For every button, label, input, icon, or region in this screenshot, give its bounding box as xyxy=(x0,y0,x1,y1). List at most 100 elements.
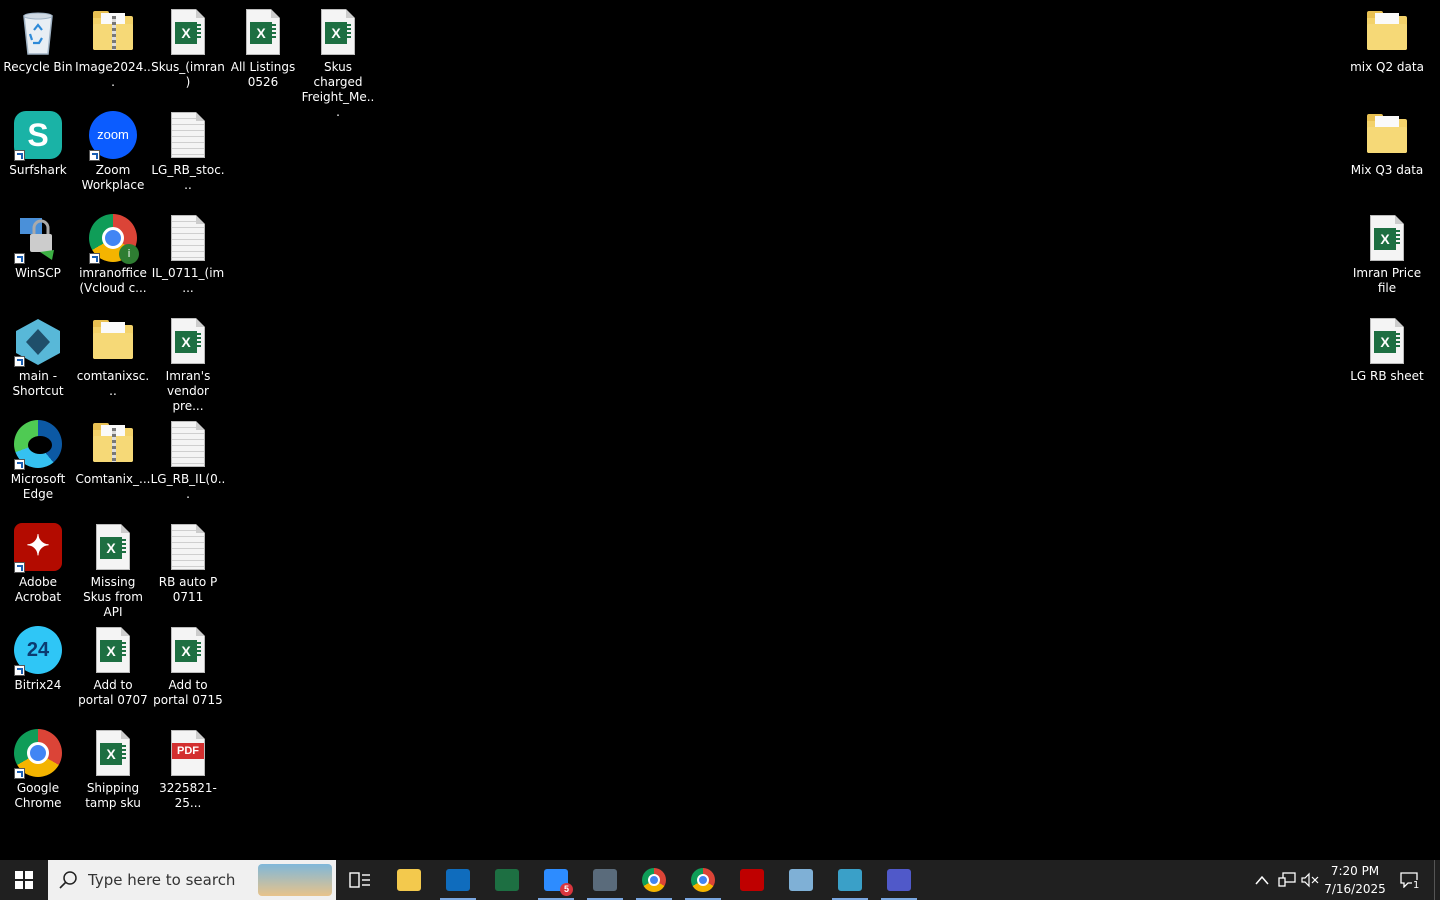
chrome-icon xyxy=(642,868,666,892)
desktop-icon-pdf-3225821[interactable]: PDF 3225821-25... xyxy=(150,723,226,823)
desktop-icon-add-portal-0715[interactable]: X Add to portal 0715 xyxy=(150,620,226,720)
calculator-icon xyxy=(593,869,617,891)
desktop-icon-imran-price[interactable]: X Imran Price file xyxy=(1349,208,1425,308)
filezilla-icon xyxy=(740,869,764,891)
desktop-icon-lg-rb-stoc[interactable]: LG_RB_stoc... xyxy=(150,105,226,205)
icon-graphic: X xyxy=(87,729,139,779)
clock[interactable]: 7:20 PM 7/16/2025 xyxy=(1324,862,1386,898)
desktop-icon-label: Missing Skus from API xyxy=(83,575,143,619)
taskbar-gem-button[interactable] xyxy=(828,860,872,900)
desktop-icon-label: Skus_(imran) xyxy=(151,60,225,89)
excel-file-icon: X xyxy=(321,9,355,55)
desktop-icon-label: Image2024... xyxy=(75,60,151,89)
text-file-icon xyxy=(171,215,205,261)
clock-date: 7/16/2025 xyxy=(1324,882,1386,896)
volume-button[interactable] xyxy=(1299,860,1321,900)
icon-graphic xyxy=(12,8,64,58)
taskbar-teams-button[interactable] xyxy=(877,860,921,900)
show-hidden-icons-button[interactable] xyxy=(1250,860,1274,900)
desktop-icon-bitrix24[interactable]: 24 Bitrix24 xyxy=(0,620,76,720)
icon-graphic xyxy=(12,420,64,470)
desktop-icon-mix-q3[interactable]: Mix Q3 data xyxy=(1349,105,1425,205)
shortcut-arrow-icon xyxy=(14,768,25,779)
desktop-icon-shipping-tamp[interactable]: X Shipping tamp sku xyxy=(75,723,151,823)
desktop-icon-image2024[interactable]: Image2024... xyxy=(75,2,151,102)
desktop-icon-all-listings[interactable]: X All Listings 0526 xyxy=(225,2,301,102)
desktop-icon-rb-auto[interactable]: RB auto P 0711 xyxy=(150,517,226,617)
notification-count: 1 xyxy=(1412,880,1421,891)
excel-icon xyxy=(495,869,519,891)
desktop-icon-label: comtanixsc... xyxy=(76,369,150,398)
desktop-icon-label: Microsoft Edge xyxy=(10,472,66,501)
search-highlight-image-icon[interactable] xyxy=(258,864,332,896)
icon-graphic xyxy=(87,8,139,58)
excel-file-icon: X xyxy=(171,9,205,55)
icon-graphic: X xyxy=(1361,214,1413,264)
desktop-icon-label: Zoom Workplace xyxy=(81,163,145,192)
desktop-icon-recycle-bin[interactable]: Recycle Bin xyxy=(0,2,76,102)
icon-graphic xyxy=(162,111,214,161)
shortcut-arrow-icon xyxy=(14,665,25,676)
shortcut-arrow-icon xyxy=(14,150,25,161)
taskbar-chrome1-button[interactable] xyxy=(632,860,676,900)
chevron-up-icon xyxy=(1255,875,1269,885)
desktop-icon-mix-q2[interactable]: mix Q2 data xyxy=(1349,2,1425,102)
taskbar-notepad-button[interactable] xyxy=(779,860,823,900)
icon-graphic xyxy=(1361,8,1413,58)
clock-time: 7:20 PM xyxy=(1330,864,1380,878)
desktop-icon-label: 3225821-25... xyxy=(159,781,217,810)
icon-graphic: X xyxy=(87,523,139,573)
icon-graphic: X xyxy=(162,8,214,58)
folder-icon xyxy=(1367,11,1407,50)
desktop-icon-acrobat[interactable]: ✦ Adobe Acrobat xyxy=(0,517,76,617)
desktop-icon-label: Surfshark xyxy=(9,163,67,177)
show-desktop-button[interactable] xyxy=(1434,860,1440,900)
start-button[interactable] xyxy=(0,860,48,900)
desktop-icon-zoom[interactable]: zoom Zoom Workplace xyxy=(75,105,151,205)
desktop-icon-main-shortcut[interactable]: main - Shortcut xyxy=(0,311,76,411)
desktop-icon-edge[interactable]: Microsoft Edge xyxy=(0,414,76,514)
icon-graphic xyxy=(87,317,139,367)
taskbar-zoom-button[interactable]: 5 xyxy=(534,860,578,900)
notification-center-button[interactable]: 1 xyxy=(1394,860,1424,900)
desktop-icon-label: Add to portal 0715 xyxy=(153,678,223,707)
taskbar-outlook-button[interactable] xyxy=(436,860,480,900)
shortcut-arrow-icon xyxy=(14,253,25,264)
desktop-icon-comtanix[interactable]: Comtanix_... xyxy=(75,414,151,514)
icon-graphic: X xyxy=(1361,317,1413,367)
gem-app-icon xyxy=(838,869,862,891)
taskbar-calculator-button[interactable] xyxy=(583,860,627,900)
search-input[interactable] xyxy=(88,871,258,889)
icon-graphic: PDF xyxy=(162,729,214,779)
desktop-icon-label: LG_RB_IL(0... xyxy=(150,472,226,501)
recycle-bin-icon xyxy=(23,12,53,55)
desktop-icon-skus-charged[interactable]: X Skus charged Freight_Me... xyxy=(300,2,376,119)
desktop-icon-imranoffice[interactable]: i imranoffice (Vcloud c... xyxy=(75,208,151,308)
desktop-icon-imrans-vendor[interactable]: X Imran's vendor pre... xyxy=(150,311,226,413)
shortcut-arrow-icon xyxy=(14,562,25,573)
taskbar-excel-button[interactable] xyxy=(485,860,529,900)
desktop-icon-missing-skus[interactable]: X Missing Skus from API xyxy=(75,517,151,619)
taskbar-explorer-button[interactable] xyxy=(387,860,431,900)
desktop-icon-label: LG_RB_stoc... xyxy=(151,163,225,192)
desktop-icon-label: All Listings 0526 xyxy=(230,60,296,89)
search-box[interactable] xyxy=(48,860,336,900)
taskbar-filezilla-button[interactable] xyxy=(730,860,774,900)
task-view-icon xyxy=(349,872,370,888)
desktop-icon-lg-rb-il[interactable]: LG_RB_IL(0... xyxy=(150,414,226,514)
desktop-icon-skus-imran[interactable]: X Skus_(imran) xyxy=(150,2,226,102)
desktop-icon-winscp[interactable]: WinSCP xyxy=(0,208,76,308)
desktop-icon-lg-rb-sheet[interactable]: X LG RB sheet xyxy=(1349,311,1425,411)
desktop-icon-comtanixsc[interactable]: comtanixsc... xyxy=(75,311,151,411)
desktop-icon-il-0711[interactable]: IL_0711_(im... xyxy=(150,208,226,308)
desktop-icon-label: imranoffice (Vcloud c... xyxy=(79,266,147,295)
taskbar-task-view-button[interactable] xyxy=(338,860,382,900)
desktop-icon-surfshark[interactable]: S Surfshark xyxy=(0,105,76,205)
taskbar-chrome2-button[interactable] xyxy=(681,860,725,900)
shortcut-arrow-icon xyxy=(14,459,25,470)
desktop-icon-add-portal-0707[interactable]: X Add to portal 0707 xyxy=(75,620,151,720)
icon-graphic: X xyxy=(312,8,364,58)
desktop-icon-chrome[interactable]: Google Chrome xyxy=(0,723,76,823)
icon-graphic: i xyxy=(87,214,139,264)
network-button[interactable] xyxy=(1276,860,1298,900)
